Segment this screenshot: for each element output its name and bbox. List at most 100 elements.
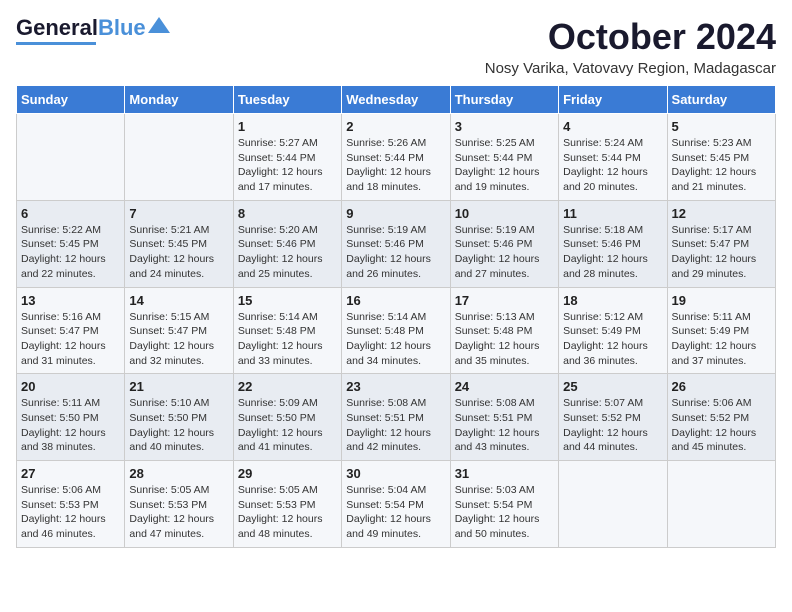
day-number: 8 [238,206,337,221]
calendar-cell: 29Sunrise: 5:05 AM Sunset: 5:53 PM Dayli… [233,461,341,548]
calendar-cell: 7Sunrise: 5:21 AM Sunset: 5:45 PM Daylig… [125,200,233,287]
day-number: 23 [346,379,445,394]
calendar-cell: 13 Sunrise: 5:16 AM Sunset: 5:47 PM Dayli… [17,287,125,374]
calendar-cell: 2Sunrise: 5:26 AM Sunset: 5:44 PM Daylig… [342,114,450,201]
calendar-cell [559,461,667,548]
calendar-cell: 10 Sunrise: 5:19 AM Sunset: 5:46 PM Dayli… [450,200,558,287]
week-row-4: 20Sunrise: 5:11 AM Sunset: 5:50 PM Dayli… [17,374,776,461]
logo-underline [16,42,96,45]
calendar-cell [667,461,775,548]
day-number: 14 [129,293,228,308]
calendar-cell: 14 Sunrise: 5:15 AM Sunset: 5:47 PM Dayli… [125,287,233,374]
calendar-cell: 9 Sunrise: 5:19 AM Sunset: 5:46 PM Daylig… [342,200,450,287]
day-number: 21 [129,379,228,394]
day-number: 10 [455,206,554,221]
calendar-cell: 23Sunrise: 5:08 AM Sunset: 5:51 PM Dayli… [342,374,450,461]
cell-content: Sunrise: 5:23 AM Sunset: 5:45 PM Dayligh… [672,136,771,195]
page-header: GeneralBlue October 2024 Nosy Varika, Va… [16,16,776,77]
location: Nosy Varika, Vatovavy Region, Madagascar [485,60,776,77]
calendar-cell: 16 Sunrise: 5:14 AM Sunset: 5:48 PM Dayli… [342,287,450,374]
day-number: 2 [346,119,445,134]
cell-content: Sunrise: 5:05 AM Sunset: 5:53 PM Dayligh… [129,483,228,542]
day-number: 3 [455,119,554,134]
day-number: 5 [672,119,771,134]
calendar-cell: 21 Sunrise: 5:10 AM Sunset: 5:50 PM Dayli… [125,374,233,461]
cell-content: Sunrise: 5:21 AM Sunset: 5:45 PM Dayligh… [129,223,228,282]
month-title: October 2024 [485,16,776,58]
day-number: 30 [346,466,445,481]
day-number: 19 [672,293,771,308]
cell-content: Sunrise: 5:03 AM Sunset: 5:54 PM Dayligh… [455,483,554,542]
cell-content: Sunrise: 5:10 AM Sunset: 5:50 PM Dayligh… [129,396,228,455]
day-number: 20 [21,379,120,394]
week-row-2: 6 Sunrise: 5:22 AM Sunset: 5:45 PM Daylig… [17,200,776,287]
cell-content: Sunrise: 5:19 AM Sunset: 5:46 PM Dayligh… [455,223,554,282]
calendar-cell [17,114,125,201]
calendar-cell: 15 Sunrise: 5:14 AM Sunset: 5:48 PM Dayli… [233,287,341,374]
day-number: 29 [238,466,337,481]
calendar-cell: 25Sunrise: 5:07 AM Sunset: 5:52 PM Dayli… [559,374,667,461]
column-header-thursday: Thursday [450,86,558,114]
column-header-friday: Friday [559,86,667,114]
day-number: 16 [346,293,445,308]
cell-content: Sunrise: 5:17 AM Sunset: 5:47 PM Dayligh… [672,223,771,282]
cell-content: Sunrise: 5:15 AM Sunset: 5:47 PM Dayligh… [129,310,228,369]
cell-content: Sunrise: 5:24 AM Sunset: 5:44 PM Dayligh… [563,136,662,195]
calendar-cell [125,114,233,201]
calendar-cell: 27 Sunrise: 5:06 AM Sunset: 5:53 PM Dayli… [17,461,125,548]
cell-content: Sunrise: 5:13 AM Sunset: 5:48 PM Dayligh… [455,310,554,369]
calendar-cell: 1 Sunrise: 5:27 AM Sunset: 5:44 PM Daylig… [233,114,341,201]
column-header-monday: Monday [125,86,233,114]
week-row-1: 1 Sunrise: 5:27 AM Sunset: 5:44 PM Daylig… [17,114,776,201]
calendar-cell: 26 Sunrise: 5:06 AM Sunset: 5:52 PM Dayli… [667,374,775,461]
day-number: 6 [21,206,120,221]
cell-content: Sunrise: 5:14 AM Sunset: 5:48 PM Dayligh… [238,310,337,369]
day-number: 15 [238,293,337,308]
calendar-cell: 19 Sunrise: 5:11 AM Sunset: 5:49 PM Dayli… [667,287,775,374]
column-header-wednesday: Wednesday [342,86,450,114]
day-number: 9 [346,206,445,221]
day-number: 26 [672,379,771,394]
calendar-cell: 17 Sunrise: 5:13 AM Sunset: 5:48 PM Dayli… [450,287,558,374]
title-section: October 2024 Nosy Varika, Vatovavy Regio… [485,16,776,77]
calendar-header-row: SundayMondayTuesdayWednesdayThursdayFrid… [17,86,776,114]
logo: GeneralBlue [16,16,170,45]
day-number: 4 [563,119,662,134]
cell-content: Sunrise: 5:20 AM Sunset: 5:46 PM Dayligh… [238,223,337,282]
calendar-cell: 30Sunrise: 5:04 AM Sunset: 5:54 PM Dayli… [342,461,450,548]
cell-content: Sunrise: 5:06 AM Sunset: 5:52 PM Dayligh… [672,396,771,455]
cell-content: Sunrise: 5:27 AM Sunset: 5:44 PM Dayligh… [238,136,337,195]
calendar-cell: 4 Sunrise: 5:24 AM Sunset: 5:44 PM Daylig… [559,114,667,201]
day-number: 13 [21,293,120,308]
day-number: 27 [21,466,120,481]
day-number: 28 [129,466,228,481]
day-number: 1 [238,119,337,134]
calendar-cell: 18Sunrise: 5:12 AM Sunset: 5:49 PM Dayli… [559,287,667,374]
calendar-table: SundayMondayTuesdayWednesdayThursdayFrid… [16,85,776,548]
cell-content: Sunrise: 5:18 AM Sunset: 5:46 PM Dayligh… [563,223,662,282]
column-header-sunday: Sunday [17,86,125,114]
day-number: 12 [672,206,771,221]
cell-content: Sunrise: 5:14 AM Sunset: 5:48 PM Dayligh… [346,310,445,369]
cell-content: Sunrise: 5:09 AM Sunset: 5:50 PM Dayligh… [238,396,337,455]
cell-content: Sunrise: 5:06 AM Sunset: 5:53 PM Dayligh… [21,483,120,542]
cell-content: Sunrise: 5:19 AM Sunset: 5:46 PM Dayligh… [346,223,445,282]
calendar-cell: 5 Sunrise: 5:23 AM Sunset: 5:45 PM Daylig… [667,114,775,201]
day-number: 18 [563,293,662,308]
logo-icon [148,15,170,37]
cell-content: Sunrise: 5:16 AM Sunset: 5:47 PM Dayligh… [21,310,120,369]
day-number: 31 [455,466,554,481]
cell-content: Sunrise: 5:11 AM Sunset: 5:49 PM Dayligh… [672,310,771,369]
day-number: 24 [455,379,554,394]
cell-content: Sunrise: 5:25 AM Sunset: 5:44 PM Dayligh… [455,136,554,195]
cell-content: Sunrise: 5:07 AM Sunset: 5:52 PM Dayligh… [563,396,662,455]
column-header-tuesday: Tuesday [233,86,341,114]
cell-content: Sunrise: 5:08 AM Sunset: 5:51 PM Dayligh… [455,396,554,455]
calendar-cell: 28 Sunrise: 5:05 AM Sunset: 5:53 PM Dayli… [125,461,233,548]
day-number: 17 [455,293,554,308]
calendar-cell: 12 Sunrise: 5:17 AM Sunset: 5:47 PM Dayli… [667,200,775,287]
calendar-cell: 6 Sunrise: 5:22 AM Sunset: 5:45 PM Daylig… [17,200,125,287]
calendar-cell: 11Sunrise: 5:18 AM Sunset: 5:46 PM Dayli… [559,200,667,287]
calendar-cell: 20Sunrise: 5:11 AM Sunset: 5:50 PM Dayli… [17,374,125,461]
cell-content: Sunrise: 5:22 AM Sunset: 5:45 PM Dayligh… [21,223,120,282]
